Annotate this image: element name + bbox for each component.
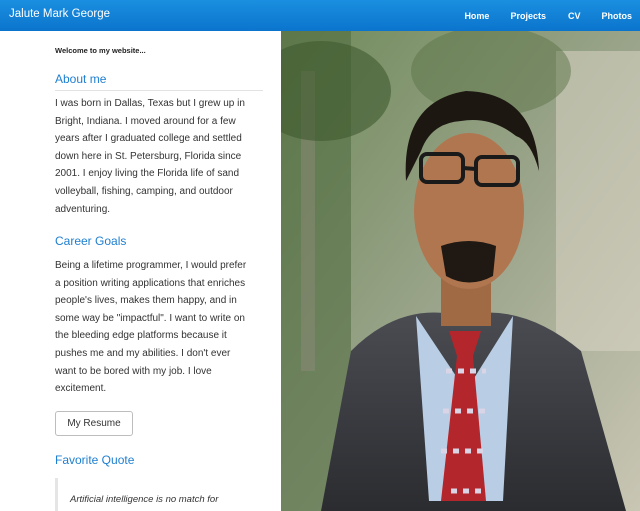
nav-cv-link[interactable]: CV [568,11,581,21]
career-line: want to be bored with my job. I love [55,365,212,377]
career-heading: Career Goals [55,234,127,248]
profile-photo-image [281,31,640,511]
nav-projects-link[interactable]: Projects [510,11,546,21]
about-line: Bright, Indiana. I moved around for a fe… [55,115,236,127]
nav-links: Home Projects CV Photos [464,0,640,31]
site-brand-link[interactable]: Jalute Mark George [9,8,110,20]
career-line: some way be "impactful". I want to write… [55,312,245,324]
career-line: excitement. [55,383,107,395]
my-resume-button[interactable]: My Resume [55,411,133,436]
career-line: a position writing applications that enr… [55,277,246,289]
career-line: Being a lifetime programmer, I would pre… [55,260,247,271]
favorite-quote-blockquote: Artificial intelligence is no match for [55,478,267,511]
about-line: years after I graduated college and sett… [55,133,242,145]
quote-heading: Favorite Quote [55,453,135,467]
about-line: I was born in Dallas, Texas but I grew u… [55,98,245,109]
nav-photos-link[interactable]: Photos [602,11,633,21]
career-line: pushes me and my abilities. I don't ever [55,347,231,359]
about-divider [55,90,263,91]
about-paragraph: I was born in Dallas, Texas but I grew u… [55,95,267,218]
about-line: volleyball, fishing, camping, and outdoo… [55,185,233,197]
profile-photo [281,31,640,511]
about-line: 2001. I enjoy living the Florida life of… [55,168,239,180]
career-paragraph: Being a lifetime programmer, I would pre… [55,257,267,398]
quote-text: Artificial intelligence is no match for [70,494,219,505]
welcome-text: Welcome to my website... [55,46,146,55]
career-line: the bleeding edge platforms because it [55,330,227,342]
career-line: people's lives, makes them happy, and in [55,295,237,307]
top-navbar: Jalute Mark George Home Projects CV Phot… [0,0,640,31]
nav-home-link[interactable]: Home [464,11,489,21]
about-line: adventuring. [55,203,111,215]
content-column: Welcome to my website... About me I was … [0,31,281,511]
about-heading: About me [55,72,107,86]
about-line: down here in St. Petersburg, Florida sin… [55,150,242,162]
